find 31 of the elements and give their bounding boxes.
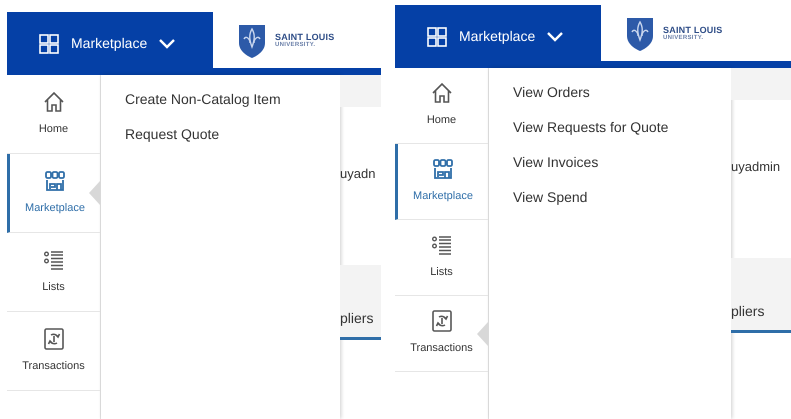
dropdown-menu-item[interactable]: View Orders bbox=[513, 80, 731, 105]
dropdown-menu-item[interactable]: View Spend bbox=[513, 185, 731, 210]
tab-label[interactable]: pliers bbox=[340, 304, 381, 340]
house-icon bbox=[430, 82, 452, 104]
username-text: uyadmin bbox=[731, 158, 780, 176]
tab-label[interactable]: pliers bbox=[731, 297, 791, 333]
dropdown-menu-item[interactable]: View Invoices bbox=[513, 150, 731, 175]
list-icon bbox=[42, 248, 64, 271]
chevron-down-icon bbox=[547, 32, 564, 42]
sidebar-item[interactable]: Lists bbox=[7, 233, 100, 312]
sidebar-item[interactable]: Transactions bbox=[7, 312, 100, 391]
storefront-icon bbox=[432, 158, 454, 180]
chevron-down-icon bbox=[159, 38, 176, 48]
marketplace-menu-button[interactable]: Marketplace bbox=[395, 5, 601, 68]
list-icon bbox=[430, 234, 452, 256]
marketplace-menu-button[interactable]: Marketplace bbox=[7, 12, 213, 75]
storefront-icon bbox=[44, 170, 66, 192]
house-icon bbox=[42, 90, 64, 113]
logo-title: SAINT LOUIS bbox=[275, 32, 334, 42]
currency-exchange-icon bbox=[432, 310, 452, 332]
dropdown-menu-item[interactable]: View Requests for Quote bbox=[513, 115, 731, 140]
grid-icon bbox=[39, 34, 59, 54]
sidebar-item[interactable]: Home bbox=[395, 68, 488, 144]
logo-title: SAINT LOUIS bbox=[663, 26, 722, 34]
dropdown-menu-item[interactable]: Create Non-Catalog Item bbox=[125, 87, 340, 112]
currency-exchange-icon bbox=[44, 328, 64, 350]
sidebar-item[interactable]: Lists bbox=[395, 220, 488, 296]
grid-icon bbox=[427, 26, 447, 46]
sidebar-item[interactable]: Home bbox=[7, 75, 100, 154]
dropdown-menu-item[interactable]: Request Quote bbox=[125, 122, 340, 147]
username-text: uyadn bbox=[340, 164, 376, 183]
